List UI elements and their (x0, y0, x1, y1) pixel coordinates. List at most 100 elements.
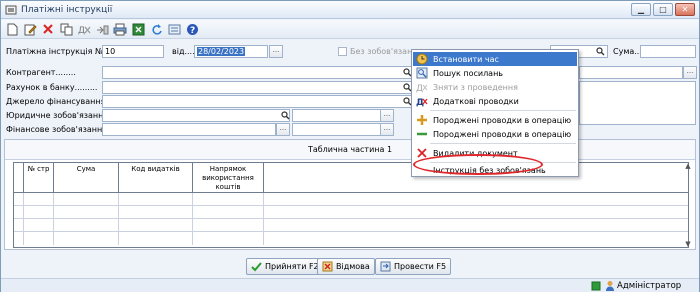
svg-text:?: ? (190, 26, 195, 36)
scroll-down-icon[interactable]: ▼ (684, 240, 692, 248)
counterparty-label: Контрагент........ (6, 68, 76, 77)
legal-obligation-more-button[interactable]: ... (380, 109, 394, 122)
settings-icon (168, 24, 180, 34)
instruction-number-field[interactable]: 10 (102, 45, 164, 58)
menu-item-set-time[interactable]: Встановити час (413, 52, 577, 66)
post-icon (380, 261, 391, 272)
unpost-button[interactable]: Д (76, 21, 92, 37)
no-obligation-label: Без зобов'язань (350, 47, 418, 56)
unpost-icon: Д (415, 81, 429, 93)
excel-icon (132, 23, 144, 35)
accept-label: Прийняти F2 (265, 262, 319, 271)
legal-obligation-extra-field[interactable] (292, 109, 392, 122)
minimize-button[interactable]: ▁ (631, 3, 651, 16)
window-title: Платіжні інструкції (21, 4, 113, 15)
menu-item-label: Зняти з проведення (433, 82, 518, 92)
date-picker-button[interactable]: ... (269, 45, 283, 58)
user-icon (606, 281, 614, 291)
checkmark-icon (251, 261, 262, 271)
financial-obligation-field[interactable] (102, 123, 276, 136)
new-document-icon (7, 23, 18, 35)
reject-button[interactable]: Відмова (317, 258, 375, 275)
column-header-usage-direction[interactable]: Напрямок використання коштів (193, 163, 264, 192)
vertical-scrollbar[interactable]: ▲ ▼ (684, 162, 692, 248)
menu-item-extra-entries[interactable]: Д Додаткові проводки (413, 94, 577, 108)
new-document-button[interactable] (4, 21, 20, 37)
menu-item-generated-entries-remove[interactable]: Породжені проводки в операцію (413, 127, 577, 141)
post-label: Провести F5 (394, 262, 447, 271)
counterparty-extra-field[interactable] (579, 66, 683, 79)
status-bar: Адміністратор (1, 278, 699, 292)
row-indicator-header (14, 163, 24, 192)
counterparty-field[interactable] (102, 66, 412, 79)
bank-account-label: Рахунок в банку......... (6, 83, 98, 92)
settings-button[interactable] (166, 21, 182, 37)
cancel-icon (322, 261, 333, 272)
post-entries-icon (96, 25, 108, 34)
post-document-button[interactable]: Провести F5 (375, 258, 452, 275)
counterparty-more-button[interactable]: ... (683, 66, 697, 79)
grid-header: № стр Сума Код видатків Напрямок викорис… (14, 163, 688, 193)
unpost-icon: Д (78, 26, 90, 36)
accept-button[interactable]: Прийняти F2 (246, 258, 324, 275)
edit-icon (24, 24, 37, 35)
menu-item-label: Додаткові проводки (433, 96, 519, 106)
table-row[interactable] (14, 206, 688, 219)
post-button[interactable] (94, 21, 110, 37)
help-icon: ? (186, 23, 198, 36)
column-header-sum[interactable]: Сума (54, 163, 119, 192)
menu-item-unpost[interactable]: Д Зняти з проведення (413, 80, 577, 94)
app-icon (5, 4, 17, 16)
bank-details-area[interactable] (579, 81, 696, 125)
financial-obligation-extra-field[interactable] (292, 123, 392, 136)
menu-item-generated-entries-add[interactable]: Породжені проводки в операцію (413, 113, 577, 127)
reject-label: Відмова (336, 262, 370, 271)
table-row[interactable] (14, 193, 688, 206)
menu-item-find-links[interactable]: Пошук посилань (413, 66, 577, 80)
search-icon[interactable] (596, 47, 605, 56)
table-row[interactable] (14, 232, 688, 245)
copy-button[interactable] (58, 21, 74, 37)
export-button[interactable] (130, 21, 146, 37)
clock-icon (415, 53, 429, 65)
close-button[interactable]: ✕ (675, 3, 695, 16)
maximize-button[interactable]: □ (653, 3, 673, 16)
financial-obligation-extra-more-button[interactable]: ... (380, 123, 394, 136)
print-button[interactable] (112, 21, 128, 37)
copy-icon (60, 23, 72, 35)
data-grid[interactable]: № стр Сума Код видатків Напрямок викорис… (13, 162, 689, 248)
legal-obligation-field[interactable] (102, 109, 290, 122)
refresh-icon (151, 23, 162, 35)
table-row[interactable] (14, 219, 688, 232)
user-name: Адміністратор (617, 281, 682, 291)
date-field[interactable]: 28/02/2023 (194, 45, 268, 58)
svg-text:Д: Д (78, 26, 85, 36)
maximize-icon: □ (659, 5, 667, 14)
annotation-highlight-oval (413, 154, 543, 175)
bank-account-field[interactable] (102, 81, 412, 94)
minus-icon (415, 128, 429, 140)
edit-button[interactable] (22, 21, 38, 37)
refresh-button[interactable] (148, 21, 164, 37)
scroll-up-icon[interactable]: ▲ (684, 162, 692, 170)
funding-source-field[interactable] (102, 95, 412, 108)
menu-separator (430, 110, 576, 111)
svg-text:Д: Д (416, 84, 423, 93)
menu-item-label: Пошук посилань (433, 68, 504, 78)
delete-icon (43, 24, 53, 34)
column-header-number[interactable]: № стр (24, 163, 54, 192)
column-header-expense-code[interactable]: Код видатків (119, 163, 193, 192)
menu-item-label: Породжені проводки в операцію (433, 115, 572, 125)
print-icon (113, 23, 127, 35)
sum-field[interactable] (640, 45, 696, 58)
help-button[interactable]: ? (184, 21, 200, 37)
minimize-icon: ▁ (637, 5, 645, 14)
financial-obligation-more-button[interactable]: ... (276, 123, 290, 136)
date-value: 28/02/2023 (197, 47, 246, 56)
no-obligation-checkbox[interactable] (338, 47, 347, 56)
green-status-icon (591, 281, 601, 291)
close-icon: ✕ (681, 5, 689, 14)
extra-entries-icon: Д (415, 95, 429, 107)
delete-button[interactable] (40, 21, 56, 37)
legal-obligation-search-icon[interactable] (281, 111, 290, 120)
